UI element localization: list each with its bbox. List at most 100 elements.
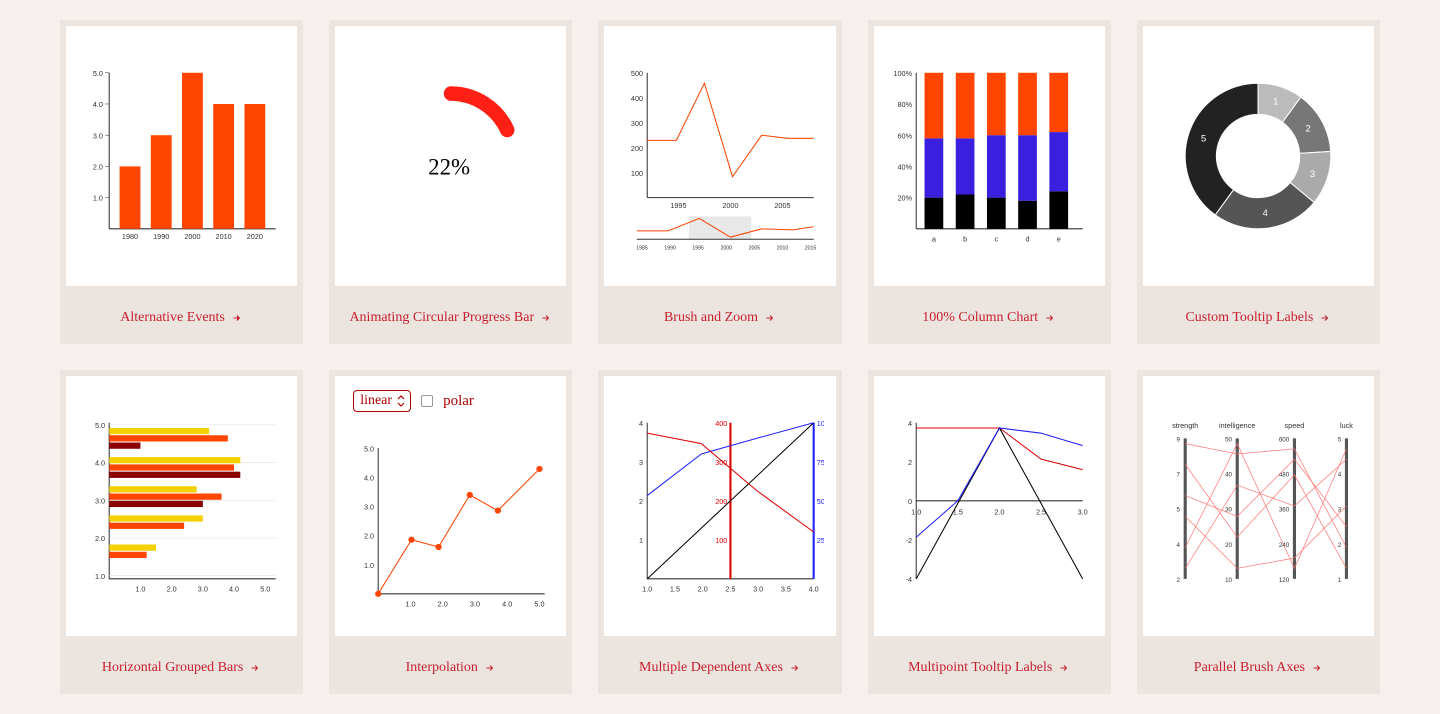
svg-text:2.5: 2.5 xyxy=(725,584,735,593)
gallery-card[interactable]: 1.02.03.04.05.0 1.02.03.04.05.0 Horizont… xyxy=(60,370,303,694)
svg-text:4.0: 4.0 xyxy=(809,584,819,593)
svg-text:a: a xyxy=(932,234,937,243)
chart-preview: 1234 100200300400 255075100 1.01.52.02.5… xyxy=(604,376,835,636)
gallery-card[interactable]: 1234 100200300400 255075100 1.01.52.02.5… xyxy=(598,370,841,694)
svg-text:luck: luck xyxy=(1340,421,1353,430)
arrow-right-icon xyxy=(764,312,776,324)
svg-text:400: 400 xyxy=(631,94,643,103)
parallel-axes-icon: strength24579intelligence1020304050speed… xyxy=(1154,389,1362,623)
gallery-card[interactable]: 1 2 3 4 5 Custom Tooltip Labels xyxy=(1137,20,1380,344)
svg-text:5: 5 xyxy=(1338,437,1342,444)
svg-text:1990: 1990 xyxy=(153,232,169,241)
chart-preview: 20%40%60%80%100% abcde xyxy=(874,26,1105,286)
gallery-card[interactable]: linear polar 1.02.03.04.05.0 1.02.03.04.… xyxy=(329,370,572,694)
svg-text:1.5: 1.5 xyxy=(670,584,680,593)
svg-text:5: 5 xyxy=(1201,133,1206,143)
arrow-right-icon xyxy=(1058,662,1070,674)
svg-text:20: 20 xyxy=(1225,542,1232,549)
svg-text:4.0: 4.0 xyxy=(92,100,102,109)
svg-text:1.0: 1.0 xyxy=(135,584,145,593)
card-link[interactable]: Multipoint Tooltip Labels xyxy=(868,642,1111,694)
svg-text:600: 600 xyxy=(1279,437,1290,444)
svg-text:25: 25 xyxy=(817,536,824,545)
grouped-hbar-icon: 1.02.03.04.05.0 1.02.03.04.05.0 xyxy=(78,389,286,623)
card-link[interactable]: Animating Circular Progress Bar xyxy=(329,292,572,344)
svg-text:3.0: 3.0 xyxy=(1078,507,1088,516)
svg-text:2.0: 2.0 xyxy=(92,163,102,172)
gallery-card[interactable]: 100200300400500 199520002005 19851990199… xyxy=(598,20,841,344)
card-label: Brush and Zoom xyxy=(664,310,758,326)
svg-text:300: 300 xyxy=(631,119,643,128)
svg-text:80%: 80% xyxy=(898,100,913,109)
svg-text:360: 360 xyxy=(1279,507,1290,514)
svg-text:1.0: 1.0 xyxy=(92,194,102,203)
svg-text:2010: 2010 xyxy=(215,232,231,241)
arrow-right-icon xyxy=(789,662,801,674)
gallery-card[interactable]: strength24579intelligence1020304050speed… xyxy=(1137,370,1380,694)
svg-text:2.0: 2.0 xyxy=(166,584,176,593)
card-link[interactable]: Custom Tooltip Labels xyxy=(1137,292,1380,344)
svg-text:200: 200 xyxy=(715,497,727,506)
gallery-card[interactable]: 1.02.03.04.05.0 19801990200020102020 Alt… xyxy=(60,20,303,344)
svg-text:2000: 2000 xyxy=(720,246,732,252)
card-link[interactable]: Brush and Zoom xyxy=(598,292,841,344)
svg-text:5.0: 5.0 xyxy=(95,421,105,430)
card-label: Animating Circular Progress Bar xyxy=(349,310,534,326)
svg-text:-2: -2 xyxy=(906,536,912,545)
svg-text:4.0: 4.0 xyxy=(229,584,239,593)
gallery-card[interactable]: 20%40%60%80%100% abcde 100% Column Chart xyxy=(868,20,1111,344)
svg-text:1.0: 1.0 xyxy=(911,507,921,516)
svg-text:7: 7 xyxy=(1177,472,1181,479)
svg-text:speed: speed xyxy=(1285,421,1305,430)
svg-text:1995: 1995 xyxy=(692,246,704,252)
card-link[interactable]: Multiple Dependent Axes xyxy=(598,642,841,694)
svg-text:500: 500 xyxy=(631,69,643,78)
svg-text:100: 100 xyxy=(631,169,643,178)
svg-text:2000: 2000 xyxy=(184,232,200,241)
svg-text:100%: 100% xyxy=(894,69,913,78)
svg-text:strength: strength xyxy=(1172,421,1198,430)
card-link[interactable]: Alternative Events xyxy=(60,292,303,344)
svg-text:40: 40 xyxy=(1225,472,1232,479)
svg-text:1.5: 1.5 xyxy=(953,507,963,516)
interp-select[interactable]: linear xyxy=(353,390,411,412)
arrow-right-icon xyxy=(1044,312,1056,324)
svg-text:1.0: 1.0 xyxy=(95,572,105,581)
svg-text:3: 3 xyxy=(1310,169,1315,179)
svg-text:4: 4 xyxy=(1263,208,1268,218)
card-link[interactable]: Parallel Brush Axes xyxy=(1137,642,1380,694)
gallery-card[interactable]: -4-2024 1.01.52.02.53.0 Multipoint Toolt… xyxy=(868,370,1111,694)
chart-preview: 1 2 3 4 5 xyxy=(1143,26,1374,286)
svg-text:300: 300 xyxy=(715,458,727,467)
svg-text:1.0: 1.0 xyxy=(642,584,652,593)
card-link[interactable]: Interpolation xyxy=(329,642,572,694)
card-link[interactable]: 100% Column Chart xyxy=(868,292,1111,344)
svg-text:intelligence: intelligence xyxy=(1219,421,1255,430)
interpolation-chart-icon: 1.02.03.04.05.0 1.02.03.04.05.0 xyxy=(347,404,555,636)
svg-text:2005: 2005 xyxy=(749,246,761,252)
svg-text:5.0: 5.0 xyxy=(92,69,102,78)
svg-text:1995: 1995 xyxy=(670,201,686,210)
chart-preview: -4-2024 1.01.52.02.53.0 xyxy=(874,376,1105,636)
card-link[interactable]: Horizontal Grouped Bars xyxy=(60,642,303,694)
chart-preview: strength24579intelligence1020304050speed… xyxy=(1143,376,1374,636)
svg-text:b: b xyxy=(963,234,967,243)
svg-text:3.5: 3.5 xyxy=(781,584,791,593)
arrow-right-icon xyxy=(1311,662,1323,674)
stacked-column-icon: 20%40%60%80%100% abcde xyxy=(885,39,1093,273)
arrow-right-icon xyxy=(484,662,496,674)
svg-text:1980: 1980 xyxy=(121,232,137,241)
svg-text:9: 9 xyxy=(1177,437,1181,444)
arrow-right-icon xyxy=(1319,312,1331,324)
svg-text:5.0: 5.0 xyxy=(364,444,374,453)
gallery-card[interactable]: 22% Animating Circular Progress Bar xyxy=(329,20,572,344)
svg-text:75: 75 xyxy=(817,458,824,467)
svg-text:200: 200 xyxy=(631,144,643,153)
svg-text:2: 2 xyxy=(1306,124,1311,134)
polar-checkbox[interactable] xyxy=(421,395,433,407)
chart-preview: 1.02.03.04.05.0 19801990200020102020 xyxy=(66,26,297,286)
svg-text:1: 1 xyxy=(639,536,643,545)
multipoint-icon: -4-2024 1.01.52.02.53.0 xyxy=(885,389,1093,623)
brush-zoom-icon: 100200300400500 199520002005 19851990199… xyxy=(616,39,824,273)
svg-text:1: 1 xyxy=(1273,97,1278,107)
